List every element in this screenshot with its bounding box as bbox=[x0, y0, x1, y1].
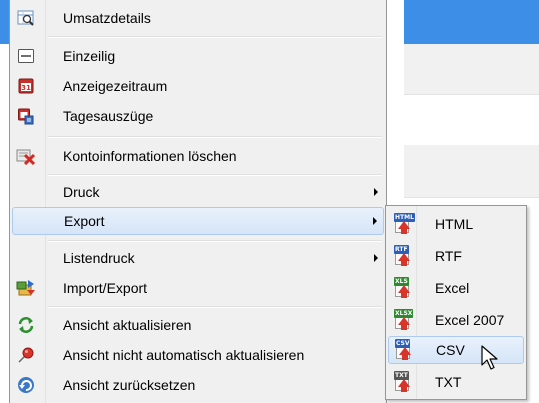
menu-item-export[interactable]: Export bbox=[12, 207, 384, 235]
menu-item-label: Druck bbox=[63, 184, 100, 200]
menu-separator bbox=[48, 240, 382, 242]
xls-file-export-icon: XLS bbox=[390, 277, 414, 299]
context-menu: Umsatzdetails Einzeilig 31 Anzeigezeitra… bbox=[9, 0, 387, 403]
csv-file-export-icon: CSV bbox=[391, 339, 415, 361]
menu-item-anzeigezeitraum[interactable]: 31 Anzeigezeitraum bbox=[12, 72, 384, 100]
menu-item-listendruck[interactable]: Listendruck bbox=[12, 244, 384, 272]
menu-item-label: Kontoinformationen löschen bbox=[63, 148, 237, 164]
menu-item-ansicht-nicht-automatisch-aktualisieren[interactable]: Ansicht nicht automatisch aktualisieren bbox=[12, 341, 384, 369]
menu-item-label: Import/Export bbox=[63, 280, 148, 296]
menu-item-ansicht-zuruecksetzen[interactable]: Ansicht zurücksetzen bbox=[12, 371, 384, 399]
mouse-pointer-icon bbox=[481, 345, 498, 370]
calendar-icon: 31 bbox=[16, 76, 36, 96]
menu-item-tagesauszuege[interactable]: Tagesauszüge bbox=[12, 102, 384, 130]
file-type-tag: TXT bbox=[394, 371, 409, 380]
refresh-icon bbox=[16, 315, 36, 335]
submenu-item-txt[interactable]: TXT TXT bbox=[388, 368, 524, 396]
table-row-divider bbox=[404, 197, 539, 198]
file-type-tag: RTF bbox=[394, 245, 409, 254]
submenu-item-label: RTF bbox=[435, 248, 462, 264]
file-type-tag: HTML bbox=[394, 213, 415, 222]
submenu-item-csv[interactable]: CSV CSV bbox=[388, 336, 524, 364]
menu-item-umsatzdetails[interactable]: Umsatzdetails bbox=[12, 4, 384, 32]
submenu-arrow-icon bbox=[374, 188, 378, 196]
menu-item-label: Ansicht aktualisieren bbox=[63, 317, 192, 333]
submenu-arrow-icon bbox=[374, 254, 378, 262]
menu-item-label: Anzeigezeitraum bbox=[63, 78, 168, 94]
menu-item-einzeilig[interactable]: Einzeilig bbox=[12, 42, 384, 70]
submenu-item-rtf[interactable]: RTF RTF bbox=[388, 242, 524, 270]
menu-item-ansicht-aktualisieren[interactable]: Ansicht aktualisieren bbox=[12, 311, 384, 339]
submenu-arrow-icon bbox=[373, 217, 377, 225]
submenu-item-label: Excel 2007 bbox=[435, 312, 505, 328]
rtf-file-export-icon: RTF bbox=[390, 245, 414, 267]
file-type-tag: CSV bbox=[395, 339, 411, 348]
submenu-item-excel[interactable]: XLS Excel bbox=[388, 274, 524, 302]
submenu-item-label: Excel bbox=[435, 280, 470, 296]
file-type-tag: XLSX bbox=[394, 309, 414, 318]
menu-item-label: Tagesauszüge bbox=[63, 108, 154, 124]
export-submenu: HTML HTML RTF RTF XLS Excel XLSX Excel 2… bbox=[385, 205, 527, 400]
undo-icon bbox=[16, 375, 36, 395]
menu-item-kontoinformationen-loeschen[interactable]: Kontoinformationen löschen bbox=[12, 142, 384, 170]
submenu-item-label: HTML bbox=[435, 216, 474, 232]
pin-icon bbox=[16, 345, 36, 365]
menu-item-druck[interactable]: Druck bbox=[12, 178, 384, 206]
menu-item-label: Einzeilig bbox=[63, 48, 116, 64]
menu-separator bbox=[48, 136, 382, 138]
menu-item-label: Ansicht nicht automatisch aktualisieren bbox=[63, 347, 305, 363]
table-row[interactable] bbox=[404, 145, 539, 197]
html-file-export-icon: HTML bbox=[390, 213, 415, 235]
table-row[interactable] bbox=[404, 44, 539, 94]
daily-statement-icon bbox=[16, 106, 36, 126]
txt-file-export-icon: TXT bbox=[390, 371, 414, 393]
menu-separator bbox=[48, 36, 382, 38]
svg-text:31: 31 bbox=[21, 84, 31, 92]
menu-item-import-export[interactable]: Import/Export bbox=[12, 274, 384, 302]
menu-item-label: Export bbox=[64, 213, 105, 229]
menu-item-label: Umsatzdetails bbox=[63, 10, 151, 26]
menu-separator bbox=[48, 306, 382, 308]
menu-item-label: Ansicht zurücksetzen bbox=[63, 377, 196, 393]
magnifier-table-icon bbox=[16, 8, 36, 28]
xlsx-file-export-icon: XLSX bbox=[390, 309, 414, 331]
single-line-icon bbox=[16, 46, 36, 66]
menu-item-label: Listendruck bbox=[63, 250, 135, 266]
selected-table-row[interactable] bbox=[404, 0, 539, 44]
submenu-item-excel-2007[interactable]: XLSX Excel 2007 bbox=[388, 306, 524, 334]
file-type-tag: XLS bbox=[394, 277, 409, 286]
delete-red-x-icon bbox=[16, 146, 36, 166]
submenu-item-label: TXT bbox=[435, 374, 462, 390]
menu-separator bbox=[48, 174, 382, 176]
submenu-item-label: CSV bbox=[436, 342, 465, 358]
import-export-icon bbox=[16, 278, 36, 298]
submenu-item-html[interactable]: HTML HTML bbox=[388, 210, 524, 238]
table-row-divider bbox=[404, 94, 539, 95]
